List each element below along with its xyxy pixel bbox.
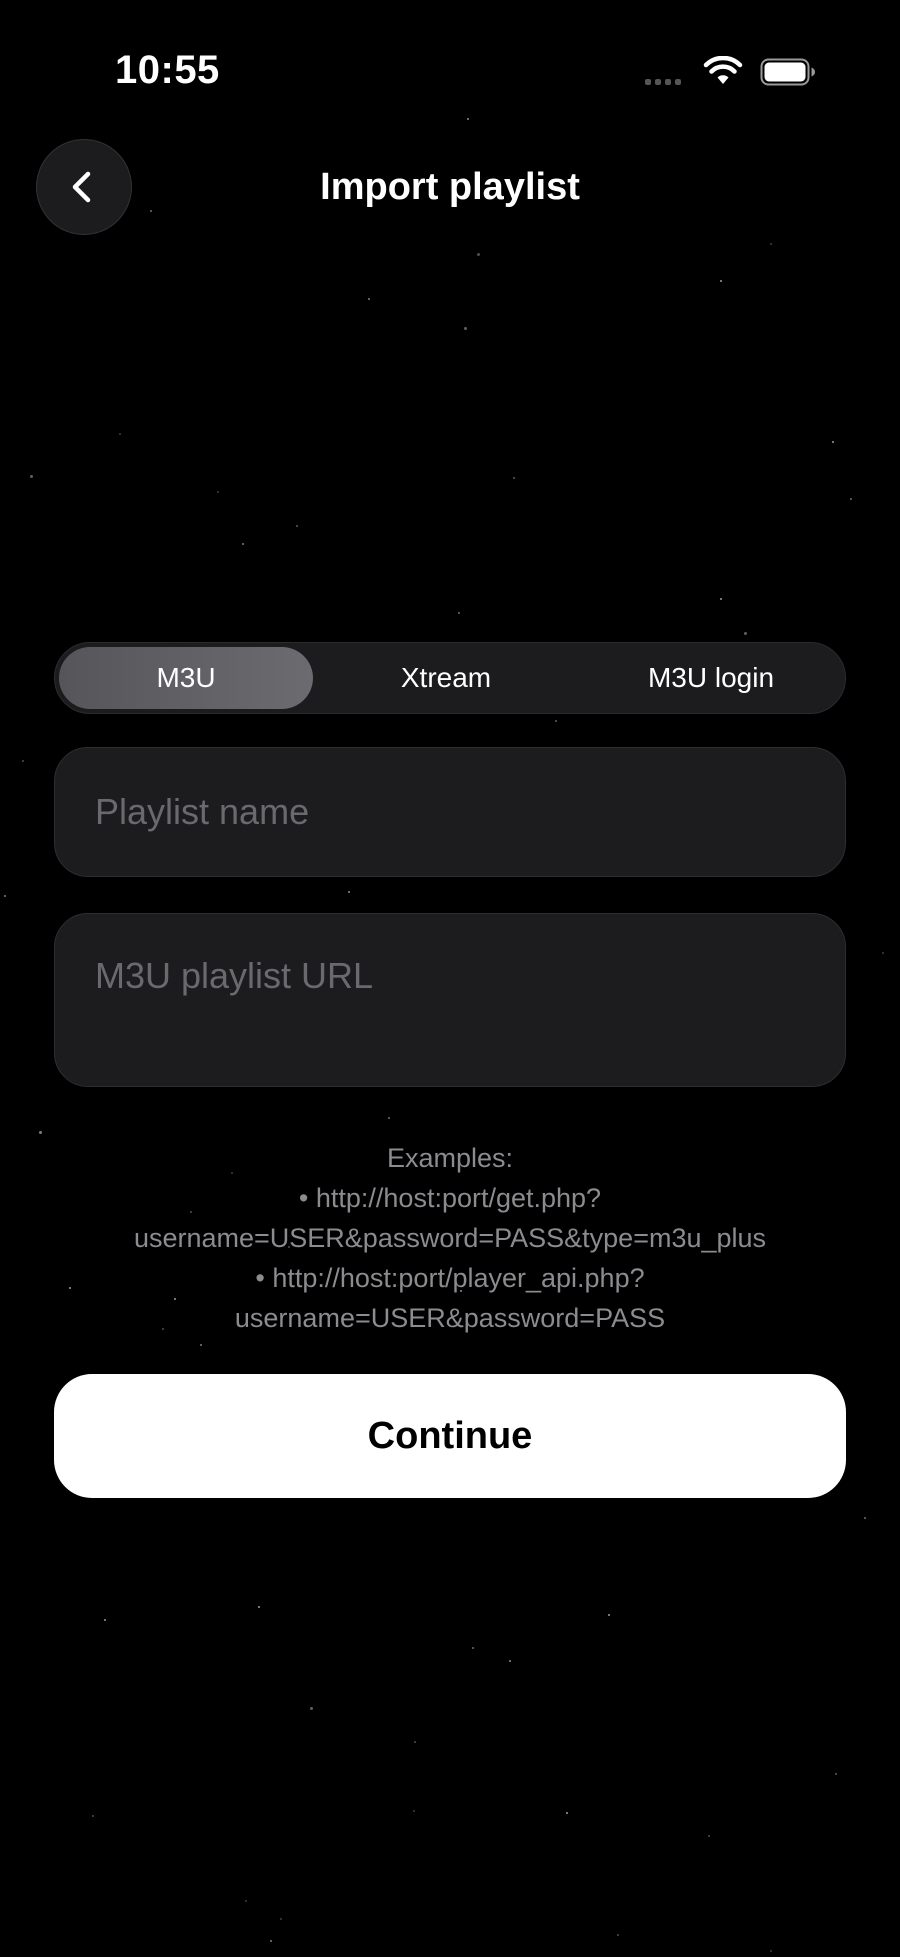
star-dot — [477, 253, 480, 256]
star-dot — [296, 525, 298, 527]
star-dot — [467, 118, 469, 120]
wifi-icon — [703, 56, 743, 84]
star-dot — [882, 952, 884, 954]
star-dot — [242, 543, 244, 545]
star-dot — [414, 1741, 416, 1743]
continue-button[interactable]: Continue — [54, 1374, 846, 1498]
star-dot — [280, 1918, 282, 1920]
star-dot — [835, 1773, 837, 1775]
star-dot — [270, 1940, 272, 1942]
star-dot — [245, 1900, 247, 1902]
star-dot — [200, 1344, 202, 1346]
example-line: • http://host:port/player_api.php? — [255, 1263, 645, 1293]
star-dot — [744, 632, 747, 635]
star-dot — [608, 1614, 610, 1616]
battery-icon — [760, 58, 815, 86]
star-dot — [150, 210, 152, 212]
star-dot — [458, 612, 460, 614]
example-line: • http://host:port/get.php? — [298, 1183, 602, 1213]
playlist-name-input[interactable] — [54, 747, 846, 877]
star-dot — [22, 760, 24, 762]
example-line: username=USER&password=PASS&type=m3u_plu… — [133, 1223, 767, 1253]
star-dot — [258, 1606, 260, 1608]
examples-heading: Examples: — [386, 1143, 514, 1173]
star-dot — [472, 1647, 474, 1649]
star-dot — [310, 1707, 313, 1710]
star-dot — [509, 1660, 511, 1662]
status-time: 10:55 — [115, 48, 220, 92]
url-examples: Examples: • http://host:port/get.php? us… — [0, 1138, 900, 1338]
star-dot — [850, 498, 852, 500]
star-dot — [832, 441, 834, 443]
star-dot — [39, 1131, 42, 1134]
star-dot — [555, 720, 557, 722]
star-dot — [92, 1815, 94, 1817]
star-dot — [566, 1812, 568, 1814]
star-dot — [4, 895, 6, 897]
tab-xtream[interactable]: Xtream — [313, 643, 579, 712]
star-dot — [368, 298, 370, 300]
star-dot — [513, 477, 515, 479]
playlist-url-input[interactable] — [54, 913, 846, 1087]
star-dot — [617, 1934, 619, 1936]
page-title: Import playlist — [320, 166, 580, 208]
star-dot — [720, 280, 722, 282]
star-dot — [708, 1835, 710, 1837]
tab-m3u-login[interactable]: M3U login — [579, 643, 843, 712]
star-dot — [720, 598, 722, 600]
star-dot — [770, 243, 772, 245]
star-dot — [388, 1117, 390, 1119]
cellular-signal-icon — [645, 79, 681, 85]
star-dot — [119, 433, 121, 435]
example-line: username=USER&password=PASS — [234, 1303, 666, 1333]
tab-m3u[interactable]: M3U — [59, 643, 313, 712]
playlist-type-segmented-control: M3U Xtream M3U login — [54, 642, 846, 714]
star-dot — [217, 491, 219, 493]
star-dot — [104, 1619, 106, 1621]
star-dot — [30, 475, 33, 478]
star-dot — [413, 1810, 415, 1812]
star-dot — [348, 891, 350, 893]
star-dot — [770, 1950, 772, 1952]
star-dot — [864, 1517, 866, 1519]
star-dot — [464, 327, 467, 330]
